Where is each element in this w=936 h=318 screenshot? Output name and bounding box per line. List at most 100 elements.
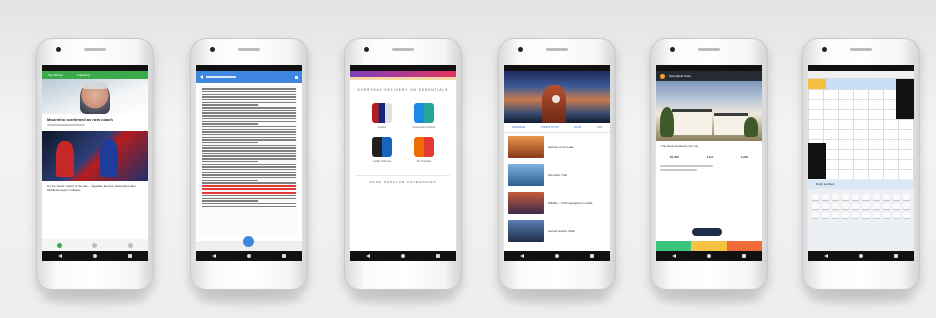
document-text-line xyxy=(202,155,296,157)
product-tile-pet[interactable]: Pet Supplies xyxy=(406,137,442,163)
keyboard-key[interactable] xyxy=(842,203,850,209)
document-title-bar xyxy=(206,76,236,78)
selected-cell[interactable] xyxy=(808,79,826,89)
product-tile-snacks[interactable]: Snacks xyxy=(364,103,400,129)
keyboard-key[interactable] xyxy=(812,194,820,200)
back-icon[interactable] xyxy=(671,254,676,258)
keyboard-key[interactable] xyxy=(822,194,830,200)
keyboard-key[interactable] xyxy=(842,212,850,218)
document-text-line xyxy=(202,166,296,168)
tab-food[interactable]: FOOD xyxy=(574,126,581,129)
news-card-2[interactable]: It's the 'finest' match of the title – J… xyxy=(42,181,148,195)
phone-shadow xyxy=(196,292,302,306)
system-nav xyxy=(656,251,762,261)
recents-icon[interactable] xyxy=(282,254,287,258)
tab-following[interactable]: Following xyxy=(77,73,90,77)
keyboard-key[interactable] xyxy=(832,203,840,209)
keyboard-key[interactable] xyxy=(822,212,830,218)
contact-fab-button[interactable] xyxy=(692,228,722,236)
back-icon[interactable] xyxy=(519,254,524,258)
listing-photo[interactable] xyxy=(656,81,762,141)
home-button-icon[interactable] xyxy=(246,254,251,258)
recents-icon[interactable] xyxy=(742,254,747,258)
keyboard-key[interactable] xyxy=(812,203,820,209)
edit-fab-button[interactable] xyxy=(243,236,254,247)
keyboard-key[interactable] xyxy=(832,194,840,200)
document-text-line xyxy=(202,131,296,133)
keyboard-key[interactable] xyxy=(902,194,910,200)
document-text-line xyxy=(202,191,296,194)
keyboard-key[interactable] xyxy=(902,203,910,209)
home-icon[interactable] xyxy=(57,242,63,248)
recents-icon[interactable] xyxy=(128,254,133,258)
travel-hero-video[interactable] xyxy=(504,71,610,123)
list-item[interactable]: Wildlife – A Photographer's Guide xyxy=(504,189,610,217)
keyboard-key[interactable] xyxy=(852,203,860,209)
device-showcase: Top Stories Following Mourinho confirmed… xyxy=(0,0,936,318)
home-button-icon[interactable] xyxy=(92,254,97,258)
list-item[interactable]: Mountain Trail xyxy=(504,161,610,189)
keyboard-key[interactable] xyxy=(862,203,870,209)
back-icon[interactable] xyxy=(823,254,828,258)
product-tile-household[interactable]: Household Supplies xyxy=(406,103,442,129)
back-icon[interactable] xyxy=(211,254,216,258)
action-green[interactable] xyxy=(656,241,692,251)
recents-icon[interactable] xyxy=(590,254,595,258)
favorites-icon[interactable] xyxy=(127,242,133,248)
document-text-line xyxy=(202,90,296,93)
phone-document xyxy=(190,38,308,306)
home-button-icon[interactable] xyxy=(554,254,559,258)
keyboard-key[interactable] xyxy=(872,212,880,218)
list-item[interactable]: Sunrise at the Lake xyxy=(504,133,610,161)
keyboard-key[interactable] xyxy=(862,212,870,218)
news-card[interactable]: Mourinho confirmed as new coach xyxy=(42,114,148,131)
keyboard-key[interactable] xyxy=(822,203,830,209)
home-button-icon[interactable] xyxy=(858,254,863,258)
sport-image[interactable] xyxy=(42,131,148,181)
document-text-line xyxy=(202,174,296,176)
realestate-screen: Springfield Oaks The finest located in t… xyxy=(656,65,762,261)
bottom-nav xyxy=(42,239,148,251)
back-icon[interactable] xyxy=(365,254,370,258)
home-button-icon[interactable] xyxy=(400,254,405,258)
list-item[interactable]: Sunset Harbor Walk xyxy=(504,217,610,245)
keyboard-key[interactable] xyxy=(872,203,880,209)
keyboard-key[interactable] xyxy=(842,194,850,200)
document-text-line xyxy=(202,107,296,109)
list-thumbnail xyxy=(508,192,544,214)
keyboard-key[interactable] xyxy=(832,212,840,218)
keyboard-key[interactable] xyxy=(862,194,870,200)
keyboard-key[interactable] xyxy=(902,212,910,218)
recents-icon[interactable] xyxy=(436,254,441,258)
keyboard-key[interactable] xyxy=(882,212,890,218)
keyboard-key[interactable] xyxy=(882,194,890,200)
keyboard-key[interactable] xyxy=(852,194,860,200)
list-item-title: Wildlife – A Photographer's Guide xyxy=(548,201,593,205)
home-button-icon[interactable] xyxy=(706,254,711,258)
action-yellow[interactable] xyxy=(691,241,727,251)
keyboard-key[interactable] xyxy=(852,212,860,218)
listing-toolbar: Springfield Oaks xyxy=(656,71,762,81)
pause-icon[interactable] xyxy=(552,95,560,103)
document-text-line xyxy=(202,93,296,96)
document-page[interactable] xyxy=(200,85,298,235)
tab-tips[interactable]: TIPS xyxy=(597,126,603,129)
keyboard-key[interactable] xyxy=(882,203,890,209)
action-orange[interactable] xyxy=(726,241,762,251)
keyboard-key[interactable] xyxy=(872,194,880,200)
recents-icon[interactable] xyxy=(894,254,899,258)
product-tile-health[interactable]: Health & Beauty xyxy=(364,137,400,163)
keyboard-key[interactable] xyxy=(812,212,820,218)
headlines-icon[interactable] xyxy=(92,242,98,248)
keyboard-key[interactable] xyxy=(892,194,900,200)
news-hero-image[interactable] xyxy=(42,79,148,114)
back-arrow-icon[interactable] xyxy=(200,75,203,79)
tab-overview[interactable]: OVERVIEW xyxy=(512,126,525,129)
tab-top-stories[interactable]: Top Stories xyxy=(48,73,63,77)
menu-icon[interactable] xyxy=(295,75,298,79)
product-label: Pet Supplies xyxy=(416,160,432,163)
keyboard-key[interactable] xyxy=(892,212,900,218)
keyboard-key[interactable] xyxy=(892,203,900,209)
back-icon[interactable] xyxy=(57,254,62,258)
tab-things-to-do[interactable]: THINGS TO DO xyxy=(541,126,559,129)
